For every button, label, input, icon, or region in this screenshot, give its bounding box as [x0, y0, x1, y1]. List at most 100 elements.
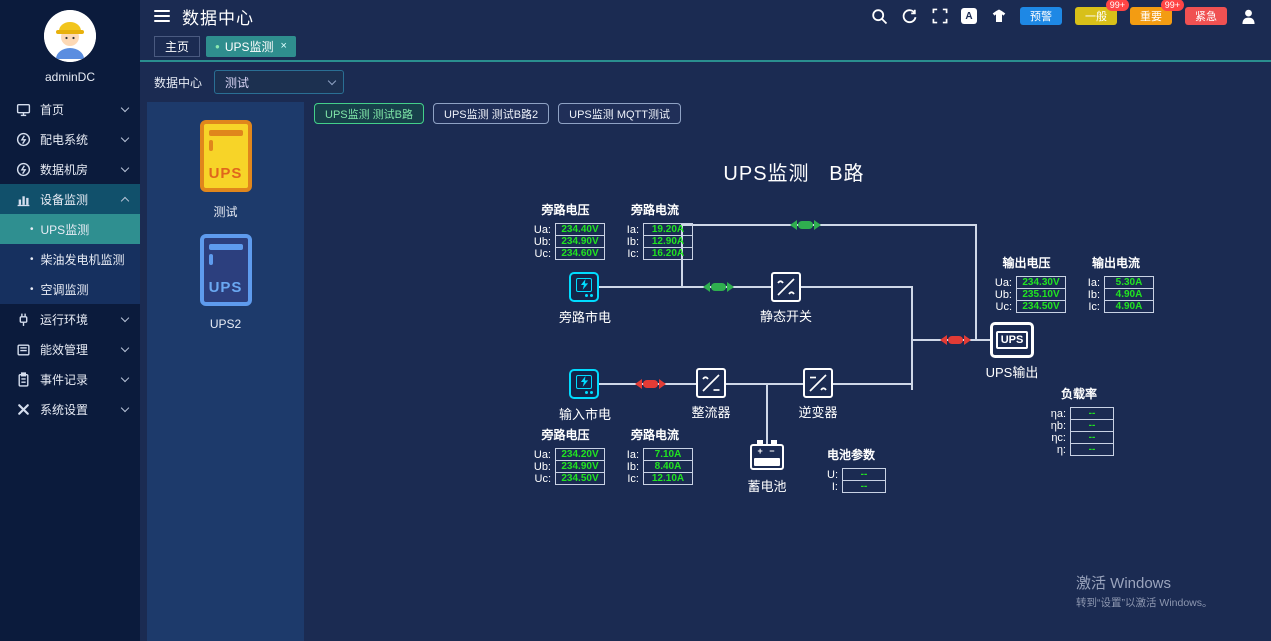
- tab-home[interactable]: 主页: [154, 36, 200, 57]
- breaker-closed-icon[interactable]: [703, 281, 734, 293]
- battery-icon[interactable]: + −: [750, 444, 784, 470]
- wire-switch-out: [801, 286, 913, 288]
- sidebar-item-event-records[interactable]: 事件记录: [0, 364, 140, 394]
- value-box: 234.50V: [555, 472, 605, 485]
- dc-select-value: 测试: [225, 74, 249, 91]
- dc-select[interactable]: 测试: [214, 70, 344, 94]
- content: UPS 测试 UPS UPS2 UPS监测 测试B路 UPS监测 测试B路2: [140, 102, 1271, 641]
- rectifier-icon[interactable]: [696, 368, 726, 398]
- wire-battery-drop: [766, 384, 768, 446]
- tab-ups-monitoring[interactable]: ● UPS监测 ×: [206, 36, 296, 57]
- value-box: --: [1070, 443, 1114, 456]
- device-item-test[interactable]: UPS 测试: [200, 120, 252, 220]
- battery-params-block: 电池参数 U:-- I:--: [816, 446, 886, 493]
- sidebar-item-home[interactable]: 首页: [0, 94, 140, 124]
- node-label: 整流器: [671, 402, 751, 421]
- sidebar-item-data-room[interactable]: 数据机房: [0, 154, 140, 184]
- ledger-icon: [16, 342, 31, 357]
- power-circle-icon: [16, 132, 31, 147]
- sidebar-item-diesel-generator-monitoring[interactable]: • 柴油发电机监测: [0, 244, 140, 274]
- input-mains-icon[interactable]: [569, 369, 599, 399]
- sidebar-item-system-settings[interactable]: 系统设置: [0, 394, 140, 424]
- value-box: 16.20A: [643, 247, 693, 260]
- value-box: 234.50V: [1016, 300, 1066, 313]
- wire-bypass-down: [975, 224, 977, 341]
- chevron-down-icon: [121, 133, 129, 141]
- submenu-item-label: 柴油发电机监测: [41, 251, 125, 268]
- node-label: 逆变器: [778, 402, 858, 421]
- sidebar-item-label: 系统设置: [40, 401, 122, 418]
- inverter-icon[interactable]: [803, 368, 833, 398]
- breaker-open-icon[interactable]: [940, 334, 971, 346]
- user-icon[interactable]: [1240, 8, 1257, 25]
- submenu-item-label: UPS监测: [41, 221, 90, 238]
- sidebar-item-label: 首页: [40, 101, 122, 118]
- topbar-actions: A 预警 一般99+ 重要99+ 紧急: [871, 7, 1257, 25]
- sidebar-item-label: 设备监测: [40, 191, 122, 208]
- static-switch-icon[interactable]: [771, 272, 801, 302]
- diagram-tabs: UPS监测 测试B路 UPS监测 测试B路2 UPS监测 MQTT测试: [314, 103, 681, 124]
- forewarning-button[interactable]: 预警: [1020, 7, 1062, 25]
- chevron-down-icon: [121, 373, 129, 381]
- sidebar-item-ac-monitoring[interactable]: • 空调监测: [0, 274, 140, 304]
- dc-select-label: 数据中心: [154, 74, 202, 91]
- diagram-title: UPS监测 B路: [624, 157, 964, 186]
- device-item-ups2[interactable]: UPS UPS2: [200, 234, 252, 331]
- sidebar-item-power-distribution[interactable]: 配电系统: [0, 124, 140, 154]
- close-icon[interactable]: ×: [281, 40, 287, 52]
- measure-title: 旁路电压: [526, 201, 605, 218]
- sidebar-item-ups-monitoring[interactable]: • UPS监测: [0, 214, 140, 244]
- general-alarm-button[interactable]: 一般99+: [1075, 7, 1117, 25]
- chevron-down-icon: [328, 76, 336, 84]
- search-icon[interactable]: [871, 8, 888, 25]
- sidebar-item-label: 运行环境: [40, 311, 122, 328]
- worker-avatar-icon: [44, 10, 96, 62]
- measure-title: 输出电流: [1078, 254, 1154, 271]
- measure-title: 旁路电流: [617, 426, 693, 443]
- bullet-icon: •: [30, 284, 34, 295]
- bypass-top-measurements: 旁路电压 Ua:234.40V Ub:234.90V Uc:234.60V 旁路…: [526, 201, 693, 260]
- urgent-alarm-button[interactable]: 紧急: [1185, 7, 1227, 25]
- sensor-icon: [16, 312, 31, 327]
- device-monitoring-submenu: • UPS监测 • 柴油发电机监测 • 空调监测: [0, 214, 140, 304]
- breaker-open-icon[interactable]: [635, 378, 666, 390]
- avatar[interactable]: [44, 10, 96, 62]
- ups-cabinet-blue-icon: UPS: [200, 234, 252, 306]
- tab-ups-mqtt-test[interactable]: UPS监测 MQTT测试: [558, 103, 681, 124]
- submenu-item-label: 空调监测: [41, 281, 89, 298]
- chevron-down-icon: [121, 163, 129, 171]
- wire-right-bus: [911, 286, 913, 390]
- sidebar-menu: 首页 配电系统 数据机房 设备监测 • UPS监测: [0, 94, 140, 641]
- topbar: 数据中心 A 预警 一般99+ 重要99+ 紧急: [140, 0, 1271, 32]
- important-alarm-button[interactable]: 重要99+: [1130, 7, 1172, 25]
- tab-label: UPS监测: [225, 38, 274, 55]
- fullscreen-icon[interactable]: [931, 8, 948, 25]
- sidebar-item-device-monitoring[interactable]: 设备监测: [0, 184, 140, 214]
- hamburger-menu-icon[interactable]: [154, 10, 170, 22]
- refresh-icon[interactable]: [901, 8, 918, 25]
- node-label: 蓄电池: [737, 476, 797, 495]
- node-label: UPS输出: [972, 362, 1052, 381]
- value-box: 4.90A: [1104, 300, 1154, 313]
- breaker-closed-icon[interactable]: [790, 219, 821, 231]
- ups-output-icon[interactable]: UPS: [990, 322, 1034, 358]
- theme-shirt-icon[interactable]: [990, 8, 1007, 25]
- bar-chart-icon: [16, 192, 31, 207]
- bypass-mains-icon[interactable]: [569, 272, 599, 302]
- chevron-up-icon: [121, 196, 129, 204]
- tools-icon: [16, 402, 31, 417]
- main-area: 数据中心 A 预警 一般99+ 重要99+ 紧急: [140, 0, 1271, 641]
- ups-diagram: UPS监测 测试B路 UPS监测 测试B路2 UPS监测 MQTT测试 UPS监…: [304, 102, 1271, 641]
- clipboard-icon: [16, 372, 31, 387]
- measure-title: 输出电压: [987, 254, 1066, 271]
- sidebar-item-energy-management[interactable]: 能效管理: [0, 334, 140, 364]
- chevron-down-icon: [121, 313, 129, 321]
- device-name: UPS2: [210, 317, 241, 331]
- sidebar-item-operating-environment[interactable]: 运行环境: [0, 304, 140, 334]
- translate-icon[interactable]: A: [961, 8, 977, 24]
- tab-ups-test-b2[interactable]: UPS监测 测试B路2: [433, 103, 549, 124]
- bullet-icon: •: [30, 224, 34, 235]
- tab-ups-test-b[interactable]: UPS监测 测试B路: [314, 103, 424, 124]
- bullet-icon: •: [30, 254, 34, 265]
- chevron-down-icon: [121, 403, 129, 411]
